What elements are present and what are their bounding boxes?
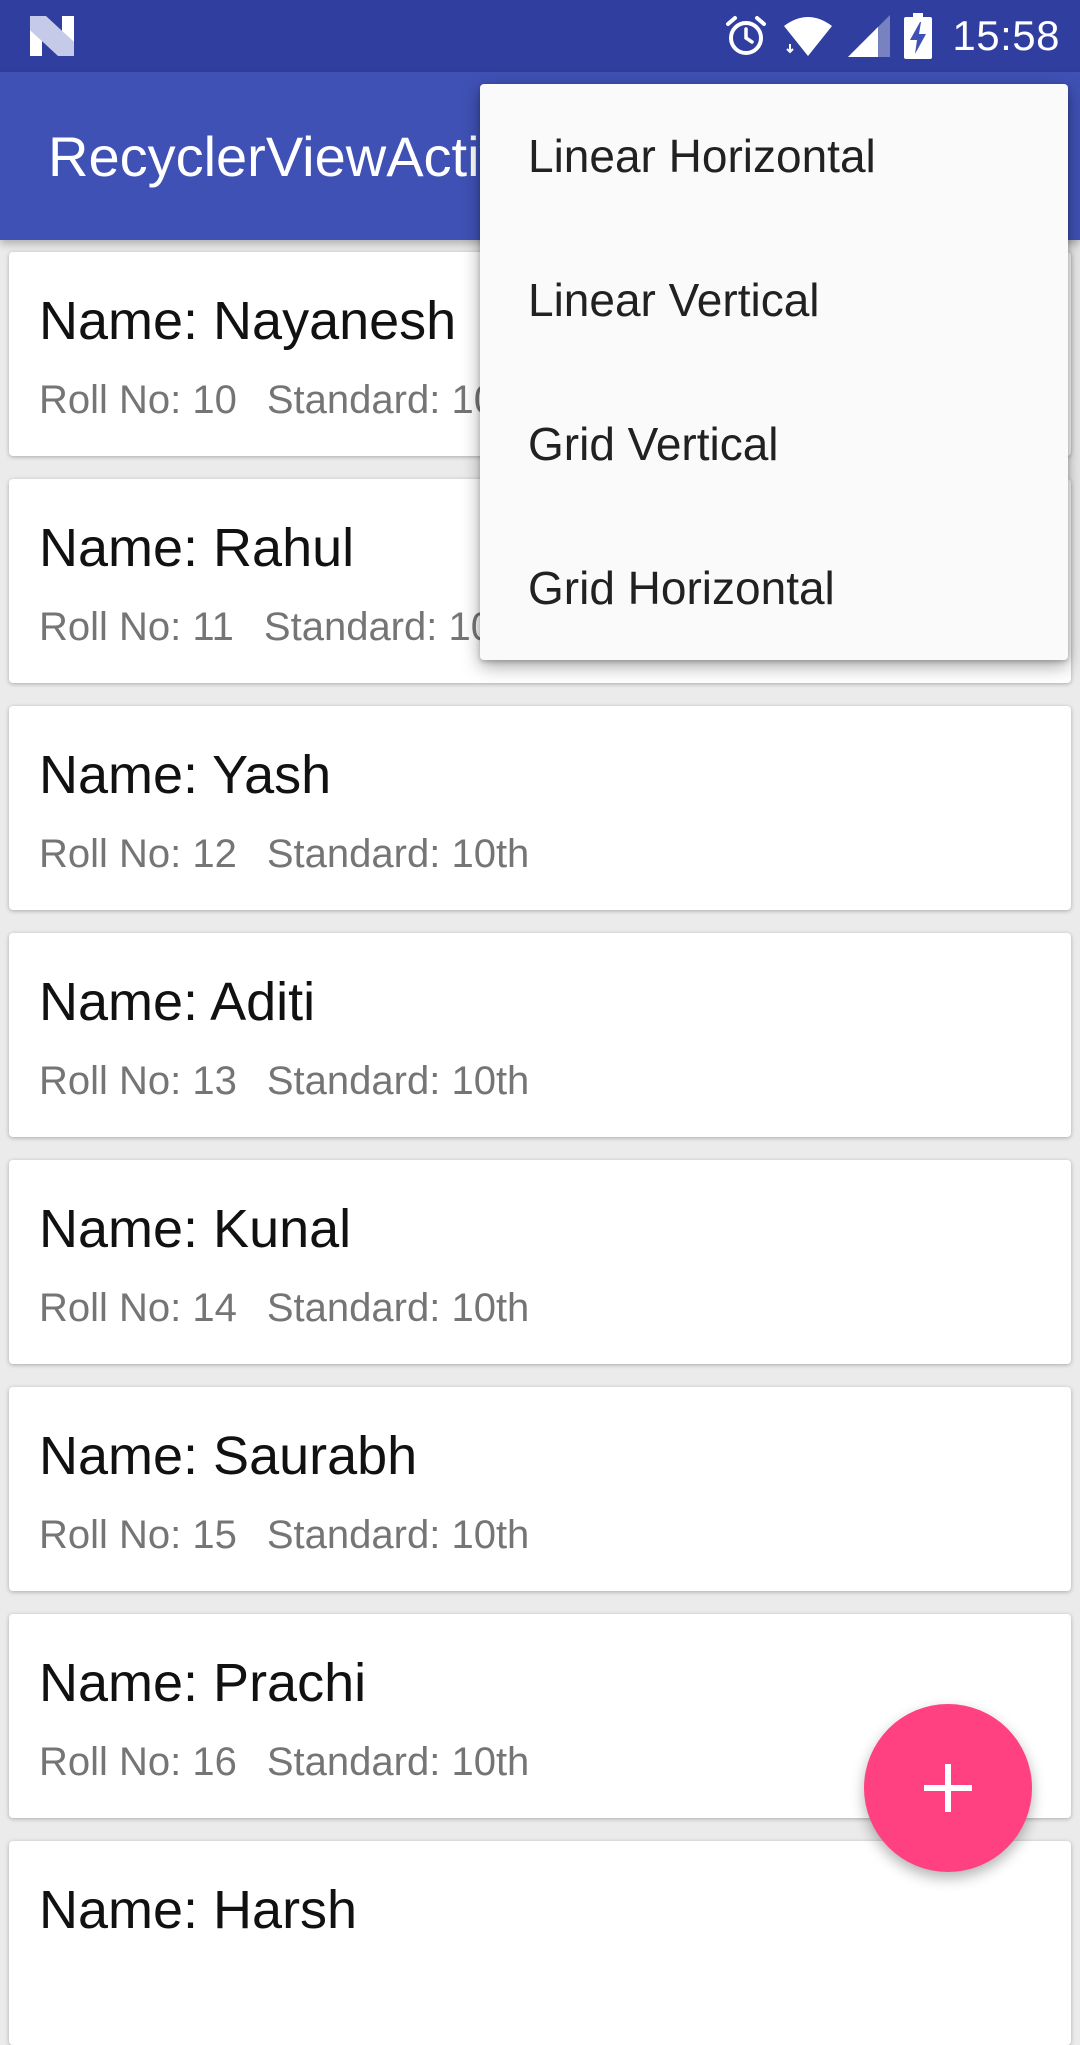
wifi-icon [784, 17, 833, 56]
menu-item-linear-horizontal[interactable]: Linear Horizontal [480, 84, 1068, 228]
standard: Standard: 10th [266, 1286, 530, 1330]
student-name: Name: Prachi [39, 1653, 367, 1713]
student-name: Name: Kunal [39, 1199, 352, 1259]
standard: Standard: 10th [266, 1740, 530, 1784]
student-name: Name: Yash [39, 745, 332, 805]
menu-item-linear-vertical[interactable]: Linear Vertical [480, 228, 1068, 372]
battery-charging-icon [904, 13, 933, 59]
student-meta: Roll No: 12 Standard: 10th [39, 832, 529, 877]
add-student-button[interactable] [864, 1704, 1032, 1872]
student-meta: Roll No: 16 Standard: 10th [39, 1740, 529, 1785]
plus-icon [924, 1764, 972, 1812]
standard: Standard: 10th [266, 1059, 530, 1103]
student-meta: Roll No: 10 Standard: 10th [39, 378, 529, 423]
student-name: Name: Saurabh [39, 1426, 418, 1486]
student-name: Name: Rahul [39, 518, 355, 578]
n-logo-icon [30, 16, 74, 56]
roll-number: Roll No: 14 [39, 1286, 237, 1330]
menu-item-grid-vertical[interactable]: Grid Vertical [480, 372, 1068, 516]
alarm-icon [726, 16, 767, 55]
student-name: Name: Aditi [39, 972, 316, 1032]
student-meta: Roll No: 14 Standard: 10th [39, 1286, 529, 1331]
student-name: Name: Harsh [39, 1880, 358, 1940]
student-card[interactable]: Name: Yash Roll No: 12 Standard: 10th [9, 706, 1071, 910]
student-card[interactable]: Name: Harsh [9, 1841, 1071, 2045]
standard: Standard: 10th [266, 1513, 530, 1557]
student-card[interactable]: Name: Kunal Roll No: 14 Standard: 10th [9, 1160, 1071, 1364]
student-meta: Roll No: 13 Standard: 10th [39, 1059, 529, 1104]
student-meta: Roll No: 11 Standard: 10th [39, 605, 526, 650]
roll-number: Roll No: 10 [39, 378, 237, 422]
layout-options-menu: Linear Horizontal Linear Vertical Grid V… [480, 84, 1068, 660]
roll-number: Roll No: 15 [39, 1513, 237, 1557]
status-bar: 15:58 [0, 0, 1080, 72]
status-time: 15:58 [952, 12, 1060, 59]
menu-item-grid-horizontal[interactable]: Grid Horizontal [480, 516, 1068, 660]
standard: Standard: 10th [266, 832, 530, 876]
student-meta [39, 1967, 69, 2012]
roll-number: Roll No: 11 [39, 605, 234, 649]
roll-number: Roll No: 16 [39, 1740, 237, 1784]
student-card[interactable]: Name: Aditi Roll No: 13 Standard: 10th [9, 933, 1071, 1137]
signal-icon [848, 15, 891, 57]
roll-number: Roll No: 12 [39, 832, 237, 876]
roll-number: Roll No: 13 [39, 1059, 237, 1103]
student-name: Name: Nayanesh [39, 291, 457, 351]
student-meta: Roll No: 15 Standard: 10th [39, 1513, 529, 1558]
student-card[interactable]: Name: Saurabh Roll No: 15 Standard: 10th [9, 1387, 1071, 1591]
